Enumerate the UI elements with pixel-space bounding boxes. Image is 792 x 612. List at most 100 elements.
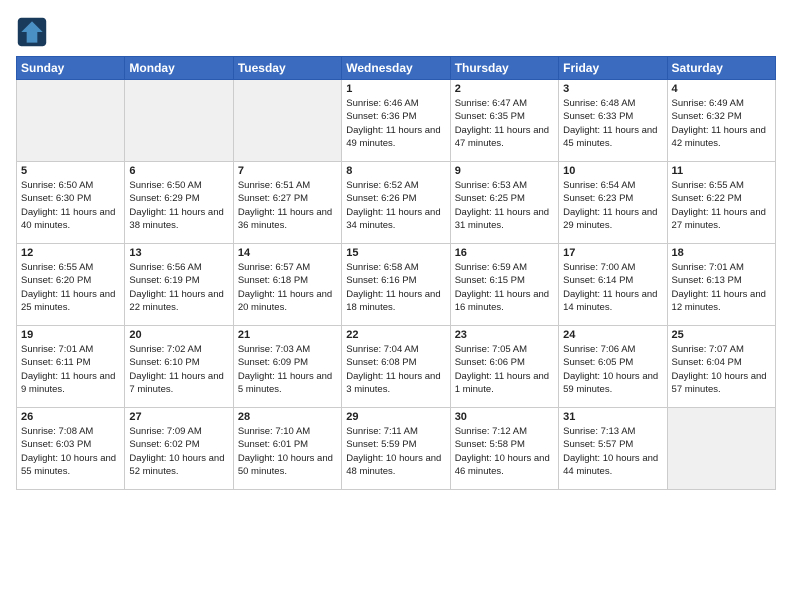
calendar-cell: 6 Sunrise: 6:50 AM Sunset: 6:29 PM Daylig… bbox=[125, 162, 233, 244]
day-number: 14 bbox=[238, 247, 337, 259]
calendar-cell: 31 Sunrise: 7:13 AM Sunset: 5:57 PM Dayli… bbox=[559, 408, 667, 490]
day-info: Sunrise: 6:50 AM Sunset: 6:29 PM Dayligh… bbox=[129, 179, 228, 232]
calendar-week-row: 1 Sunrise: 6:46 AM Sunset: 6:36 PM Daylig… bbox=[17, 80, 776, 162]
day-info: Sunrise: 7:01 AM Sunset: 6:11 PM Dayligh… bbox=[21, 343, 120, 396]
calendar-cell: 4 Sunrise: 6:49 AM Sunset: 6:32 PM Daylig… bbox=[667, 80, 775, 162]
day-info: Sunrise: 6:57 AM Sunset: 6:18 PM Dayligh… bbox=[238, 261, 337, 314]
calendar-cell: 21 Sunrise: 7:03 AM Sunset: 6:09 PM Dayli… bbox=[233, 326, 341, 408]
day-info: Sunrise: 7:08 AM Sunset: 6:03 PM Dayligh… bbox=[21, 425, 120, 478]
calendar-cell: 25 Sunrise: 7:07 AM Sunset: 6:04 PM Dayli… bbox=[667, 326, 775, 408]
day-number: 15 bbox=[346, 247, 445, 259]
calendar-cell: 18 Sunrise: 7:01 AM Sunset: 6:13 PM Dayli… bbox=[667, 244, 775, 326]
calendar-cell: 2 Sunrise: 6:47 AM Sunset: 6:35 PM Daylig… bbox=[450, 80, 558, 162]
day-info: Sunrise: 7:12 AM Sunset: 5:58 PM Dayligh… bbox=[455, 425, 554, 478]
day-info: Sunrise: 7:11 AM Sunset: 5:59 PM Dayligh… bbox=[346, 425, 445, 478]
day-number: 3 bbox=[563, 83, 662, 95]
day-number: 25 bbox=[672, 329, 771, 341]
day-number: 12 bbox=[21, 247, 120, 259]
day-info: Sunrise: 7:01 AM Sunset: 6:13 PM Dayligh… bbox=[672, 261, 771, 314]
weekday-header: Tuesday bbox=[233, 57, 341, 80]
day-info: Sunrise: 7:00 AM Sunset: 6:14 PM Dayligh… bbox=[563, 261, 662, 314]
day-number: 31 bbox=[563, 411, 662, 423]
day-number: 19 bbox=[21, 329, 120, 341]
calendar-cell: 26Sunrise: 7:08 AM Sunset: 6:03 PM Dayli… bbox=[17, 408, 125, 490]
calendar-cell: 29 Sunrise: 7:11 AM Sunset: 5:59 PM Dayli… bbox=[342, 408, 450, 490]
day-number: 16 bbox=[455, 247, 554, 259]
day-number: 27 bbox=[129, 411, 228, 423]
day-info: Sunrise: 7:07 AM Sunset: 6:04 PM Dayligh… bbox=[672, 343, 771, 396]
day-number: 1 bbox=[346, 83, 445, 95]
page-container: SundayMondayTuesdayWednesdayThursdayFrid… bbox=[0, 0, 792, 498]
day-info: Sunrise: 6:47 AM Sunset: 6:35 PM Dayligh… bbox=[455, 97, 554, 150]
day-number: 20 bbox=[129, 329, 228, 341]
day-info: Sunrise: 6:49 AM Sunset: 6:32 PM Dayligh… bbox=[672, 97, 771, 150]
calendar-cell: 5 Sunrise: 6:50 AM Sunset: 6:30 PM Daylig… bbox=[17, 162, 125, 244]
day-number: 23 bbox=[455, 329, 554, 341]
day-number: 5 bbox=[21, 165, 120, 177]
day-info: Sunrise: 6:53 AM Sunset: 6:25 PM Dayligh… bbox=[455, 179, 554, 232]
calendar-cell: 11 Sunrise: 6:55 AM Sunset: 6:22 PM Dayli… bbox=[667, 162, 775, 244]
day-number: 8 bbox=[346, 165, 445, 177]
day-info: Sunrise: 6:56 AM Sunset: 6:19 PM Dayligh… bbox=[129, 261, 228, 314]
day-info: Sunrise: 6:52 AM Sunset: 6:26 PM Dayligh… bbox=[346, 179, 445, 232]
day-info: Sunrise: 7:05 AM Sunset: 6:06 PM Dayligh… bbox=[455, 343, 554, 396]
calendar-cell: 27 Sunrise: 7:09 AM Sunset: 6:02 PM Dayli… bbox=[125, 408, 233, 490]
day-number: 28 bbox=[238, 411, 337, 423]
calendar-cell bbox=[667, 408, 775, 490]
day-info: Sunrise: 7:02 AM Sunset: 6:10 PM Dayligh… bbox=[129, 343, 228, 396]
day-number: 11 bbox=[672, 165, 771, 177]
weekday-header: Wednesday bbox=[342, 57, 450, 80]
weekday-header: Thursday bbox=[450, 57, 558, 80]
day-number: 7 bbox=[238, 165, 337, 177]
day-info: Sunrise: 7:06 AM Sunset: 6:05 PM Dayligh… bbox=[563, 343, 662, 396]
calendar-cell bbox=[125, 80, 233, 162]
calendar-week-row: 26Sunrise: 7:08 AM Sunset: 6:03 PM Dayli… bbox=[17, 408, 776, 490]
calendar-cell: 28 Sunrise: 7:10 AM Sunset: 6:01 PM Dayli… bbox=[233, 408, 341, 490]
day-info: Sunrise: 7:13 AM Sunset: 5:57 PM Dayligh… bbox=[563, 425, 662, 478]
day-number: 22 bbox=[346, 329, 445, 341]
calendar-week-row: 19 Sunrise: 7:01 AM Sunset: 6:11 PM Dayli… bbox=[17, 326, 776, 408]
day-info: Sunrise: 6:46 AM Sunset: 6:36 PM Dayligh… bbox=[346, 97, 445, 150]
calendar-week-row: 5 Sunrise: 6:50 AM Sunset: 6:30 PM Daylig… bbox=[17, 162, 776, 244]
day-info: Sunrise: 6:59 AM Sunset: 6:15 PM Dayligh… bbox=[455, 261, 554, 314]
calendar-cell bbox=[233, 80, 341, 162]
calendar-cell: 24 Sunrise: 7:06 AM Sunset: 6:05 PM Dayli… bbox=[559, 326, 667, 408]
page-header bbox=[16, 12, 776, 48]
calendar-cell: 9Sunrise: 6:53 AM Sunset: 6:25 PM Daylig… bbox=[450, 162, 558, 244]
calendar-cell bbox=[17, 80, 125, 162]
weekday-header: Monday bbox=[125, 57, 233, 80]
day-info: Sunrise: 6:58 AM Sunset: 6:16 PM Dayligh… bbox=[346, 261, 445, 314]
day-number: 21 bbox=[238, 329, 337, 341]
calendar-cell: 30 Sunrise: 7:12 AM Sunset: 5:58 PM Dayli… bbox=[450, 408, 558, 490]
day-info: Sunrise: 6:54 AM Sunset: 6:23 PM Dayligh… bbox=[563, 179, 662, 232]
logo bbox=[16, 16, 52, 48]
calendar-cell: 22Sunrise: 7:04 AM Sunset: 6:08 PM Dayli… bbox=[342, 326, 450, 408]
calendar-cell: 13 Sunrise: 6:56 AM Sunset: 6:19 PM Dayli… bbox=[125, 244, 233, 326]
day-info: Sunrise: 7:09 AM Sunset: 6:02 PM Dayligh… bbox=[129, 425, 228, 478]
day-number: 18 bbox=[672, 247, 771, 259]
day-info: Sunrise: 6:48 AM Sunset: 6:33 PM Dayligh… bbox=[563, 97, 662, 150]
day-number: 6 bbox=[129, 165, 228, 177]
day-number: 24 bbox=[563, 329, 662, 341]
day-number: 17 bbox=[563, 247, 662, 259]
day-number: 13 bbox=[129, 247, 228, 259]
calendar-cell: 14 Sunrise: 6:57 AM Sunset: 6:18 PM Dayli… bbox=[233, 244, 341, 326]
day-info: Sunrise: 7:10 AM Sunset: 6:01 PM Dayligh… bbox=[238, 425, 337, 478]
calendar-cell: 3 Sunrise: 6:48 AM Sunset: 6:33 PM Daylig… bbox=[559, 80, 667, 162]
day-number: 2 bbox=[455, 83, 554, 95]
calendar-cell: 16 Sunrise: 6:59 AM Sunset: 6:15 PM Dayli… bbox=[450, 244, 558, 326]
day-info: Sunrise: 6:51 AM Sunset: 6:27 PM Dayligh… bbox=[238, 179, 337, 232]
calendar-table: SundayMondayTuesdayWednesdayThursdayFrid… bbox=[16, 56, 776, 490]
calendar-week-row: 12 Sunrise: 6:55 AM Sunset: 6:20 PM Dayli… bbox=[17, 244, 776, 326]
day-number: 29 bbox=[346, 411, 445, 423]
day-number: 30 bbox=[455, 411, 554, 423]
day-info: Sunrise: 6:55 AM Sunset: 6:20 PM Dayligh… bbox=[21, 261, 120, 314]
calendar-cell: 17 Sunrise: 7:00 AM Sunset: 6:14 PM Dayli… bbox=[559, 244, 667, 326]
day-number: 4 bbox=[672, 83, 771, 95]
calendar-cell: 10Sunrise: 6:54 AM Sunset: 6:23 PM Dayli… bbox=[559, 162, 667, 244]
calendar-cell: 15 Sunrise: 6:58 AM Sunset: 6:16 PM Dayli… bbox=[342, 244, 450, 326]
weekday-header-row: SundayMondayTuesdayWednesdayThursdayFrid… bbox=[17, 57, 776, 80]
day-info: Sunrise: 6:50 AM Sunset: 6:30 PM Dayligh… bbox=[21, 179, 120, 232]
day-info: Sunrise: 6:55 AM Sunset: 6:22 PM Dayligh… bbox=[672, 179, 771, 232]
day-info: Sunrise: 7:03 AM Sunset: 6:09 PM Dayligh… bbox=[238, 343, 337, 396]
